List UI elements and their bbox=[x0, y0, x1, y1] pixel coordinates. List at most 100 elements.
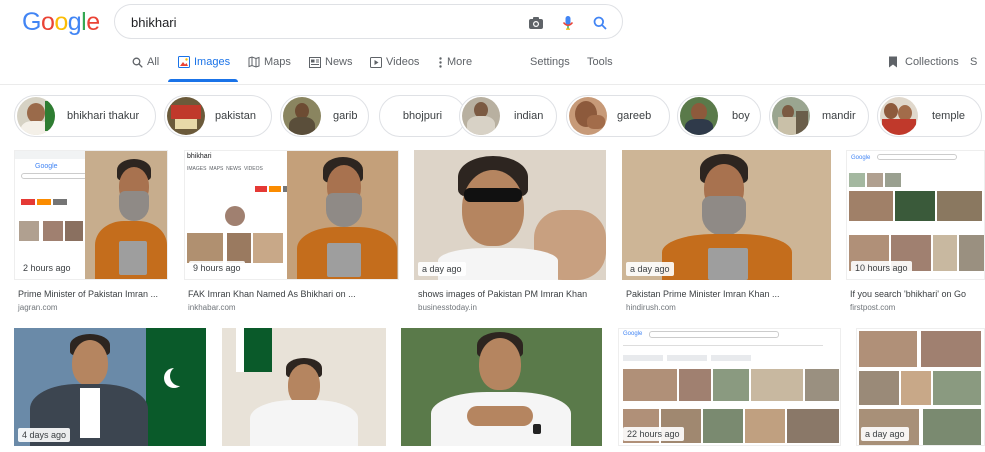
chip-mandir[interactable]: mandir bbox=[769, 95, 869, 137]
result-title[interactable]: shows images of Pakistan PM Imran Khan bbox=[418, 289, 606, 299]
tab-label: Images bbox=[194, 56, 231, 68]
tab-label: All bbox=[147, 56, 160, 68]
google-logo[interactable]: Google bbox=[22, 8, 100, 37]
search-tabs: All Images Maps News Videos More Setting… bbox=[0, 50, 985, 84]
map-icon bbox=[248, 56, 260, 68]
result-source: businesstoday.in bbox=[418, 303, 477, 312]
chip-label: mandir bbox=[822, 110, 856, 122]
camera-icon[interactable] bbox=[527, 14, 545, 32]
search-icon[interactable] bbox=[591, 14, 609, 32]
image-icon bbox=[178, 56, 190, 68]
result-thumbnail bbox=[401, 328, 602, 446]
result-title[interactable]: Prime Minister of Pakistan Imran ... bbox=[18, 289, 168, 299]
chip-label: boy bbox=[732, 110, 750, 122]
tab-label: Tools bbox=[587, 56, 613, 68]
image-result[interactable] bbox=[401, 328, 602, 446]
time-badge: 10 hours ago bbox=[851, 261, 912, 275]
tab-label: Collections bbox=[905, 56, 959, 68]
chip-label: pakistan bbox=[215, 110, 256, 122]
safesearch-link[interactable]: S bbox=[970, 56, 977, 68]
tab-images[interactable]: Images bbox=[178, 56, 230, 68]
search-box[interactable] bbox=[114, 4, 623, 39]
chip-temple[interactable]: temple bbox=[877, 95, 982, 137]
result-thumbnail: a day ago bbox=[622, 150, 831, 280]
image-result[interactable]: a day ago shows images of Pakistan PM Im… bbox=[414, 150, 606, 315]
news-icon bbox=[309, 56, 321, 68]
chip-thumbnail bbox=[17, 97, 55, 135]
related-searches-chips: bhikhari thakur pakistan garib bhojpuri … bbox=[14, 95, 985, 137]
tab-label: Videos bbox=[386, 56, 420, 68]
tab-videos[interactable]: Videos bbox=[370, 56, 419, 68]
tab-tools[interactable]: Tools bbox=[587, 56, 613, 68]
result-thumbnail: Google 10 hours ago bbox=[846, 150, 985, 280]
chip-thumbnail bbox=[569, 97, 607, 135]
result-title[interactable]: If you search 'bhikhari' on Go bbox=[850, 289, 985, 299]
tab-news[interactable]: News bbox=[309, 56, 353, 68]
chip-thumbnail bbox=[283, 97, 321, 135]
chip-label: indian bbox=[514, 110, 544, 122]
result-thumbnail bbox=[222, 328, 386, 446]
chip-garib[interactable]: garib bbox=[280, 95, 369, 137]
collections-link[interactable]: Collections bbox=[887, 56, 959, 68]
chip-thumbnail bbox=[880, 97, 918, 135]
image-result[interactable]: Google 2 hours ago Prime Minister of Pak… bbox=[14, 150, 168, 315]
result-source: jagran.com bbox=[18, 303, 58, 312]
time-badge: a day ago bbox=[418, 262, 466, 276]
tab-maps[interactable]: Maps bbox=[248, 56, 291, 68]
search-input[interactable] bbox=[131, 13, 511, 31]
tab-label: Maps bbox=[264, 56, 291, 68]
image-result[interactable]: a day ago Pakistan Prime Minister Imran … bbox=[622, 150, 831, 315]
header-divider bbox=[0, 84, 985, 85]
image-result[interactable] bbox=[222, 328, 386, 446]
image-result[interactable]: Google 10 hours ago If you search 'bhikh… bbox=[846, 150, 985, 315]
image-result[interactable]: Google 22 hours ago bbox=[618, 328, 841, 446]
tab-label: Settings bbox=[530, 56, 570, 68]
chip-thumbnail bbox=[167, 97, 205, 135]
tab-all[interactable]: All bbox=[131, 56, 159, 68]
tab-label: News bbox=[325, 56, 353, 68]
result-thumbnail: bhikhari IMAGES MAPS NEWS VIDEOS 9 hours… bbox=[184, 150, 399, 280]
chip-label: bhikhari thakur bbox=[67, 110, 140, 122]
microphone-icon[interactable] bbox=[559, 14, 577, 32]
chip-label: garib bbox=[333, 110, 358, 122]
tab-settings[interactable]: Settings bbox=[530, 56, 570, 68]
video-icon bbox=[370, 56, 382, 68]
time-badge: a day ago bbox=[861, 427, 909, 441]
chip-boy[interactable]: boy bbox=[677, 95, 761, 137]
image-result[interactable]: 4 days ago bbox=[14, 328, 206, 446]
chip-thumbnail bbox=[462, 97, 500, 135]
result-thumbnail: Google 2 hours ago bbox=[14, 150, 168, 280]
image-result[interactable]: bhikhari IMAGES MAPS NEWS VIDEOS 9 hours… bbox=[184, 150, 399, 315]
result-thumbnail: a day ago bbox=[856, 328, 985, 446]
result-source: inkhabar.com bbox=[188, 303, 236, 312]
result-title[interactable]: FAK Imran Khan Named As Bhikhari on ... bbox=[188, 289, 399, 299]
time-badge: a day ago bbox=[626, 262, 674, 276]
tab-label: S bbox=[970, 56, 978, 68]
chip-thumbnail bbox=[680, 97, 718, 135]
result-thumbnail: Google 22 hours ago bbox=[618, 328, 841, 446]
image-result[interactable]: a day ago bbox=[856, 328, 985, 446]
chip-indian[interactable]: indian bbox=[459, 95, 557, 137]
result-source: hindirush.com bbox=[626, 303, 676, 312]
result-thumbnail: 4 days ago bbox=[14, 328, 206, 446]
chip-pakistan[interactable]: pakistan bbox=[164, 95, 272, 137]
time-badge: 22 hours ago bbox=[623, 427, 684, 441]
time-badge: 9 hours ago bbox=[189, 261, 245, 275]
result-source: firstpost.com bbox=[850, 303, 896, 312]
result-title[interactable]: Pakistan Prime Minister Imran Khan ... bbox=[626, 289, 831, 299]
tab-more[interactable]: More bbox=[438, 56, 472, 68]
chip-bhojpuri[interactable]: bhojpuri bbox=[379, 95, 466, 137]
time-badge: 4 days ago bbox=[18, 428, 71, 442]
tab-label: More bbox=[447, 56, 473, 68]
time-badge: 2 hours ago bbox=[19, 261, 75, 275]
result-thumbnail: a day ago bbox=[414, 150, 606, 280]
chip-bhikhari-thakur[interactable]: bhikhari thakur bbox=[14, 95, 156, 137]
chip-label: bhojpuri bbox=[402, 110, 443, 122]
active-tab-indicator bbox=[168, 79, 238, 82]
chip-label: gareeb bbox=[617, 110, 652, 122]
chip-gareeb[interactable]: gareeb bbox=[566, 95, 670, 137]
bookmark-icon bbox=[887, 56, 899, 68]
chip-thumbnail bbox=[772, 97, 810, 135]
more-vert-icon bbox=[438, 56, 443, 68]
search-icon bbox=[131, 56, 143, 68]
